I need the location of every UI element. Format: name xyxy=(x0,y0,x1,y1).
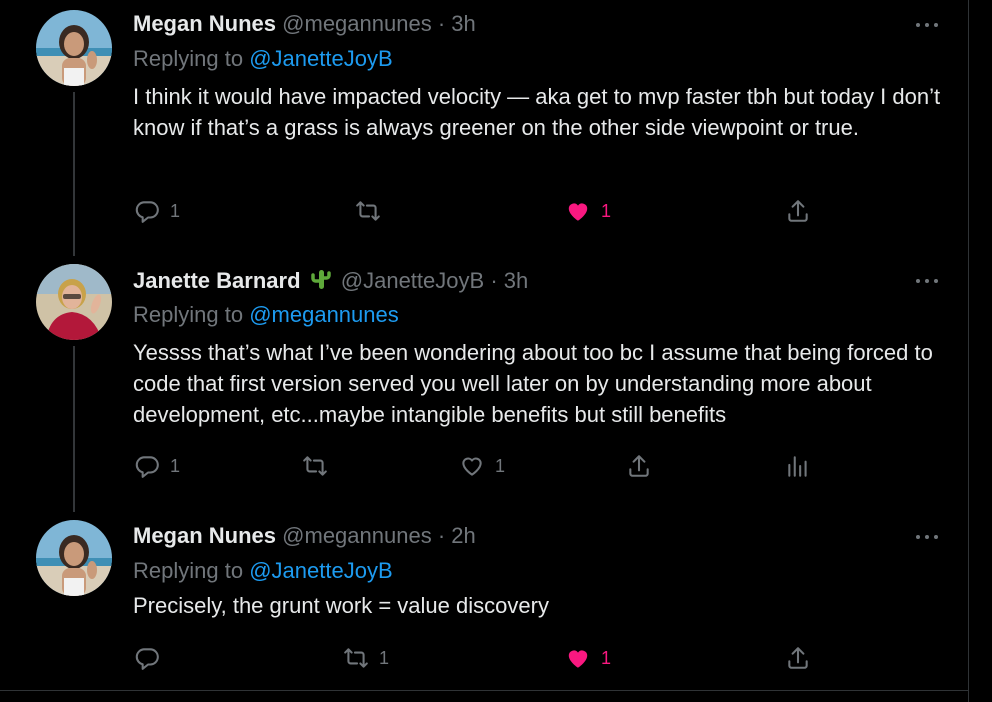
tweet[interactable]: Megan Nunes @megannunes · 2h Replying to… xyxy=(0,512,968,690)
tweet[interactable]: Janette Barnard @JanetteJoyB · 3h Replyi… xyxy=(0,256,968,506)
column-border xyxy=(968,0,969,702)
like-button[interactable]: 1 xyxy=(459,453,505,479)
share-button[interactable] xyxy=(626,453,652,479)
replying-to-mention[interactable]: @JanetteJoyB xyxy=(249,558,392,583)
retweet-button[interactable] xyxy=(302,453,338,479)
reply-button[interactable]: 1 xyxy=(134,453,180,479)
analytics-icon xyxy=(788,456,807,477)
replying-to-label: Replying to xyxy=(133,302,244,327)
retweet-button[interactable]: 1 xyxy=(343,645,389,671)
separator-dot: · xyxy=(437,523,446,548)
replying-to: Replying to @JanetteJoyB xyxy=(133,46,393,72)
tweet-text: I think it would have impacted velocity … xyxy=(133,84,941,140)
tweet-header: Megan Nunes @megannunes · 3h xyxy=(133,11,476,37)
replying-to-label: Replying to xyxy=(133,558,244,583)
replying-to-mention[interactable]: @megannunes xyxy=(249,302,399,327)
avatar[interactable] xyxy=(36,10,112,86)
like-icon xyxy=(462,457,482,476)
replying-to: Replying to @JanetteJoyB xyxy=(133,558,393,584)
retweet-count: 1 xyxy=(379,647,390,668)
share-icon xyxy=(788,200,808,222)
reply-count: 1 xyxy=(170,455,181,476)
more-icon[interactable] xyxy=(916,530,942,544)
display-name[interactable]: Megan Nunes xyxy=(133,523,276,548)
more-icon[interactable] xyxy=(916,274,942,288)
tweet-text: Yessss that’s what I’ve been wondering a… xyxy=(133,340,933,427)
retweet-icon xyxy=(356,201,380,221)
reply-count: 1 xyxy=(170,200,181,221)
timestamp[interactable]: 2h xyxy=(451,523,475,548)
separator-dot: · xyxy=(490,268,498,293)
like-icon xyxy=(568,650,588,668)
replying-to: Replying to @megannunes xyxy=(133,302,399,328)
share-icon xyxy=(788,647,808,669)
analytics-button[interactable] xyxy=(785,453,811,479)
avatar[interactable] xyxy=(36,520,112,596)
reply-icon xyxy=(135,456,159,478)
retweet-icon xyxy=(303,456,327,476)
like-icon xyxy=(568,203,588,221)
timestamp[interactable]: 3h xyxy=(451,11,475,36)
tweet-header: Megan Nunes @megannunes · 2h xyxy=(133,523,476,549)
reply-icon xyxy=(135,201,159,223)
retweet-button[interactable] xyxy=(355,198,391,224)
like-count: 1 xyxy=(495,455,506,476)
tweet-text: Precisely, the grunt work = value discov… xyxy=(133,593,549,618)
replying-to-mention[interactable]: @JanetteJoyB xyxy=(249,46,392,71)
like-button[interactable]: 1 xyxy=(565,198,611,224)
reply-button[interactable] xyxy=(134,645,170,671)
like-count: 1 xyxy=(601,647,612,668)
divider xyxy=(0,690,968,691)
more-icon[interactable] xyxy=(916,18,942,32)
user-handle[interactable]: @JanetteJoyB xyxy=(341,268,484,293)
share-button[interactable] xyxy=(785,645,811,671)
conversation-thread: Megan Nunes @megannunes · 3h Replying to… xyxy=(0,0,968,702)
share-icon xyxy=(629,455,649,477)
tweet[interactable]: Megan Nunes @megannunes · 3h Replying to… xyxy=(0,0,968,250)
like-count: 1 xyxy=(601,200,612,221)
cactus-emoji xyxy=(310,270,331,289)
timestamp[interactable]: 3h xyxy=(504,268,528,293)
retweet-icon xyxy=(344,648,368,668)
replying-to-label: Replying to xyxy=(133,46,244,71)
like-button[interactable]: 1 xyxy=(565,645,611,671)
user-handle[interactable]: @megannunes xyxy=(282,11,432,36)
avatar[interactable] xyxy=(36,264,112,340)
reply-button[interactable]: 1 xyxy=(134,198,180,224)
display-name[interactable]: Janette Barnard xyxy=(133,268,301,293)
display-name[interactable]: Megan Nunes xyxy=(133,11,276,36)
tweet-header: Janette Barnard @JanetteJoyB · 3h xyxy=(133,267,528,294)
reply-icon xyxy=(135,648,159,670)
share-button[interactable] xyxy=(785,198,811,224)
separator-dot: · xyxy=(437,11,446,36)
user-handle[interactable]: @megannunes xyxy=(282,523,432,548)
